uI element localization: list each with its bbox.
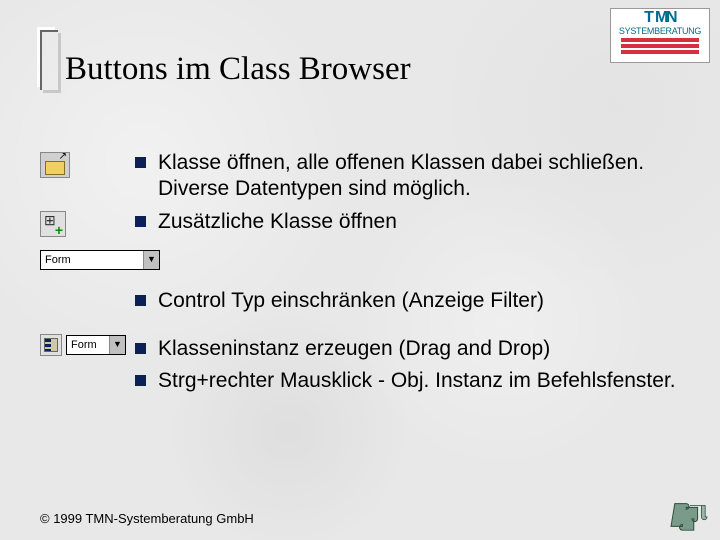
bullet-text: Zusätzliche Klasse öffnen bbox=[158, 209, 690, 235]
list-item: Klasse öffnen, alle offenen Klassen dabe… bbox=[40, 150, 690, 203]
bullet-icon bbox=[135, 157, 146, 168]
company-logo: TMN SYSTEMBERATUNG bbox=[610, 8, 710, 63]
logo-text: TMN bbox=[613, 11, 707, 25]
dropdown-value: Form bbox=[41, 254, 143, 266]
list-item: Form ▼ bbox=[40, 248, 690, 270]
chevron-down-icon[interactable]: ▼ bbox=[109, 336, 125, 354]
bullet-text: Klasse öffnen, alle offenen Klassen dabe… bbox=[158, 150, 690, 203]
filter-dropdown[interactable]: Form ▼ bbox=[40, 250, 160, 270]
bullet-icon bbox=[135, 343, 146, 354]
list-item: Control Typ einschränken (Anzeige Filter… bbox=[135, 288, 690, 314]
page-title: Buttons im Class Browser bbox=[65, 51, 411, 88]
bullet-text: Strg+rechter Mausklick - Obj. Instanz im… bbox=[158, 368, 690, 394]
logo-subtitle: SYSTEMBERATUNG bbox=[613, 26, 707, 36]
open-class-icon bbox=[40, 152, 70, 178]
chevron-down-icon[interactable]: ▼ bbox=[143, 251, 159, 269]
dropdown-value: Form bbox=[67, 339, 109, 351]
instance-dropdown[interactable]: Form ▼ bbox=[66, 335, 126, 355]
list-item: Klasseninstanz erzeugen (Drag and Drop) bbox=[135, 336, 690, 362]
copyright-footer: © 1999 TMN-Systemberatung GmbH bbox=[40, 511, 254, 526]
list-item: Strg+rechter Mausklick - Obj. Instanz im… bbox=[135, 368, 690, 394]
add-class-icon bbox=[40, 211, 66, 237]
instance-icon bbox=[40, 334, 62, 356]
title-decoration bbox=[40, 30, 58, 90]
list-item: Zusätzliche Klasse öffnen bbox=[40, 209, 690, 242]
bullet-icon bbox=[135, 216, 146, 227]
bullet-text: Klasseninstanz erzeugen (Drag and Drop) bbox=[158, 336, 690, 362]
content-area: Klasse öffnen, alle offenen Klassen dabe… bbox=[40, 150, 690, 400]
logo-bars bbox=[613, 38, 707, 54]
bullet-icon bbox=[135, 295, 146, 306]
puzzle-icon bbox=[668, 496, 712, 534]
bullet-text: Control Typ einschränken (Anzeige Filter… bbox=[158, 288, 690, 314]
bullet-icon bbox=[135, 375, 146, 386]
